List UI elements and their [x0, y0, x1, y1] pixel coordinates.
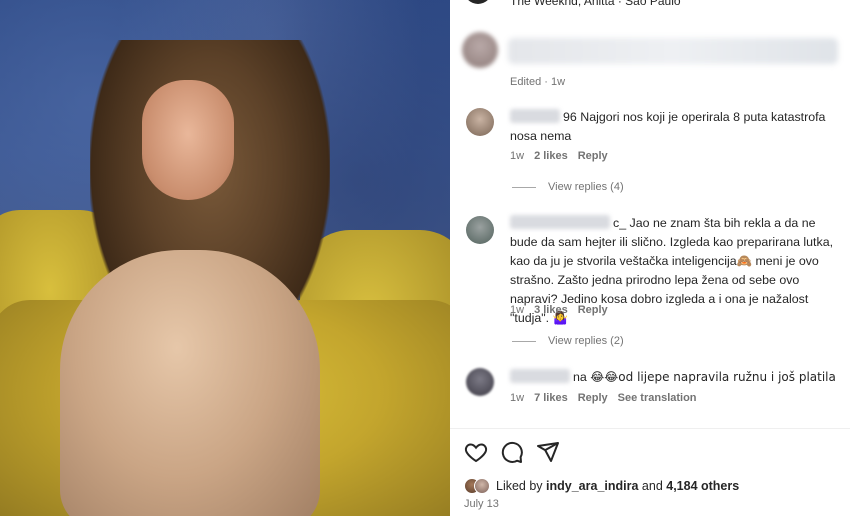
view-replies-button[interactable]: View replies (4)	[512, 181, 624, 193]
liker-avatar[interactable]	[474, 478, 490, 494]
likes-count[interactable]: 7 likes	[534, 392, 568, 404]
liked-by-prefix: Liked by	[496, 479, 547, 493]
username-suffix[interactable]: c_	[613, 216, 626, 230]
others-likes-link[interactable]: 4,184 others	[666, 479, 739, 493]
comment-username[interactable]	[510, 215, 610, 229]
comment-time[interactable]: 1w	[510, 150, 524, 162]
likes-count[interactable]: 3 likes	[534, 304, 568, 316]
actions-divider	[450, 428, 850, 429]
comment-username[interactable]	[510, 369, 570, 383]
comment-body: 96 Najgori nos koji je operirala 8 puta …	[510, 108, 840, 146]
comment-time[interactable]: 1w	[510, 304, 524, 316]
blurred-comment	[450, 28, 850, 76]
comment-time[interactable]: 1w	[510, 392, 524, 404]
comment-bubble-icon[interactable]	[500, 440, 524, 469]
liked-by-row: Liked by indy_ara_indira and 4,184 other…	[464, 478, 739, 494]
comment-avatar[interactable]	[466, 216, 494, 244]
post-header-caption[interactable]: The Weeknd, Anitta · São Paulo	[510, 0, 681, 8]
reply-button[interactable]: Reply	[578, 392, 608, 404]
comments-panel: The Weeknd, Anitta · São Paulo Edited · …	[450, 0, 850, 516]
replies-divider	[512, 186, 536, 188]
blurred-text	[508, 38, 838, 64]
see-translation-link[interactable]: See translation	[618, 392, 697, 404]
photo-dress	[60, 250, 320, 516]
reply-button[interactable]: Reply	[578, 304, 608, 316]
blurred-avatar	[462, 32, 498, 68]
view-replies-label[interactable]: View replies (4)	[548, 181, 624, 193]
post-photo[interactable]	[0, 0, 450, 516]
comment-avatar[interactable]	[466, 368, 494, 396]
liked-and: and	[638, 479, 667, 493]
photo-face	[142, 80, 234, 200]
comment-meta: 1w 2 likes Reply	[510, 150, 608, 162]
reply-button[interactable]: Reply	[578, 150, 608, 162]
comment-meta: 1w 3 likes Reply	[510, 304, 608, 316]
edited-label: Edited · 1w	[510, 76, 566, 88]
likes-count[interactable]: 2 likes	[534, 150, 568, 162]
comment-body: na 😂😂od lijepe napravila ružnu i još pla…	[510, 368, 840, 387]
comment-text: 😂😂od lijepe napravila ružnu i još platil…	[590, 370, 836, 384]
view-replies-label[interactable]: View replies (2)	[548, 335, 624, 347]
liked-by-user[interactable]: indy_ara_indira	[546, 479, 638, 493]
view-replies-button[interactable]: View replies (2)	[512, 335, 624, 347]
replies-divider	[512, 340, 536, 342]
comment-meta: 1w 7 likes Reply See translation	[510, 392, 697, 404]
username-suffix[interactable]: 96	[563, 110, 577, 124]
comment-username[interactable]	[510, 109, 560, 123]
post-date[interactable]: July 13	[464, 498, 499, 510]
share-paper-plane-icon[interactable]	[536, 440, 560, 469]
post-actions	[464, 440, 560, 469]
username-suffix[interactable]: na	[573, 370, 587, 384]
comment-avatar[interactable]	[466, 108, 494, 136]
author-avatar[interactable]	[464, 0, 492, 4]
like-heart-icon[interactable]	[464, 440, 488, 469]
